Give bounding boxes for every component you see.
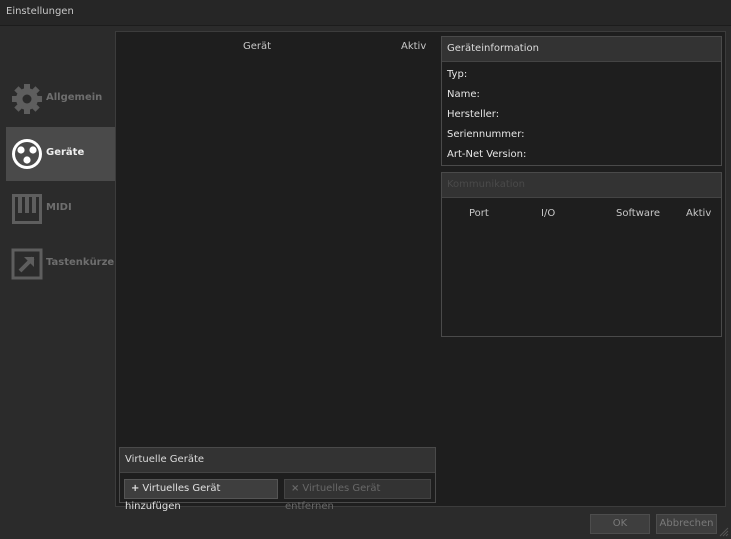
virtual-devices-title: Virtuelle Geräte [125, 454, 205, 465]
column-header-device[interactable]: Gerät [243, 41, 271, 52]
cancel-button[interactable]: Abbrechen [656, 514, 717, 534]
sidebar-item-general[interactable]: Allgemein [6, 72, 115, 126]
gear-icon [12, 84, 42, 114]
sidebar-item-shortcuts[interactable]: Tastenkürzel [6, 237, 118, 291]
info-name-label: Name: [447, 89, 480, 100]
ok-button[interactable]: OK [590, 514, 650, 534]
resize-grip-icon[interactable] [717, 525, 729, 537]
info-serial-label: Seriennummer: [447, 129, 525, 140]
ports-header: Kommunikation [442, 173, 721, 198]
shortcut-arrow-icon [11, 248, 43, 280]
sidebar-item-label: MIDI [46, 202, 72, 213]
dmx-plug-icon [12, 139, 42, 169]
sidebar-item-devices[interactable]: Geräte [6, 127, 115, 181]
device-info-group: Geräteinformation Typ: Name: Hersteller:… [441, 36, 722, 166]
info-manufacturer-label: Hersteller: [447, 109, 500, 120]
virtual-devices-header: Virtuelle Geräte [120, 448, 435, 473]
info-type-label: Typ: [447, 69, 468, 80]
window-title: Einstellungen [6, 6, 74, 17]
info-artnet-version-label: Art-Net Version: [447, 149, 527, 160]
sidebar-item-label: Tastenkürzel [46, 257, 118, 268]
virtual-devices-group: Virtuelle Geräte + Virtuelles Gerät hinzu… [119, 447, 436, 512]
remove-virtual-device-button[interactable]: × Virtuelles Gerät entfernen [284, 479, 431, 512]
device-list[interactable]: Gerät Aktiv [120, 36, 434, 446]
devices-panel: Gerät Aktiv Geräteinformation Typ: Name:… [115, 31, 726, 512]
window-titlebar: Einstellungen [0, 0, 731, 26]
column-header-port-active[interactable]: Aktiv [686, 208, 711, 219]
add-virtual-device-button[interactable]: + Virtuelles Gerät hinzufügen [124, 479, 278, 512]
sidebar-item-label: Geräte [46, 147, 85, 158]
column-header-io[interactable]: I/O [541, 208, 555, 219]
column-header-software[interactable]: Software [616, 208, 660, 219]
device-info-title: Geräteinformation [447, 43, 539, 54]
column-header-active[interactable]: Aktiv [401, 41, 426, 52]
device-info-header: Geräteinformation [442, 37, 721, 62]
close-icon: × [291, 483, 300, 494]
sidebar-item-label: Allgemein [46, 92, 103, 103]
piano-keys-icon [12, 194, 42, 224]
column-header-port[interactable]: Port [469, 208, 489, 219]
plus-icon: + [131, 483, 140, 494]
ports-title: Kommunikation [447, 179, 526, 190]
sidebar-item-midi[interactable]: MIDI [6, 182, 115, 236]
ports-group: Kommunikation Port I/O Software Aktiv [441, 172, 722, 337]
